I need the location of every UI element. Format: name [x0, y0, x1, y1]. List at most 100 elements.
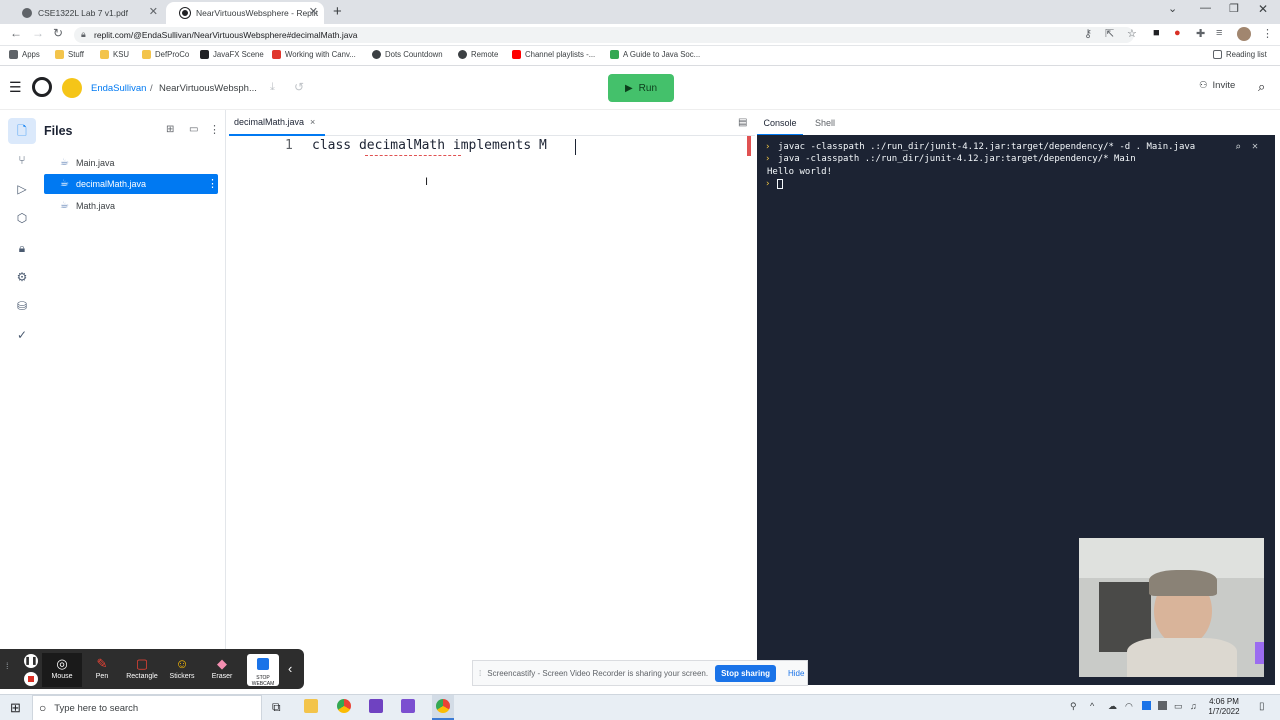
new-folder-icon[interactable]: ▭	[189, 124, 198, 135]
bookmark-defproco[interactable]: DefProCo	[142, 50, 189, 59]
forward-icon[interactable]: →	[32, 26, 44, 40]
search-icon[interactable]: ⌕	[1258, 79, 1265, 95]
tab-search-icon[interactable]: ⌄	[1168, 2, 1177, 15]
pause-icon[interactable]: ❚❚	[24, 654, 38, 668]
username-link[interactable]: EndaSullivan	[91, 83, 146, 94]
drag-handle-icon[interactable]: ⁞	[6, 661, 9, 671]
windows-start-icon[interactable]: ⊞	[10, 700, 21, 716]
file-item-math[interactable]: ☕︎ Math.java	[44, 196, 218, 216]
wifi-icon[interactable]: ◠	[1125, 701, 1133, 712]
replit-logo-icon[interactable]	[32, 77, 52, 97]
chrome-active-task[interactable]	[432, 695, 454, 720]
browser-tab-pdf[interactable]: CSE1322L Lab 7 v1.pdf ✕	[8, 2, 164, 24]
stop-record-button[interactable]	[24, 672, 38, 686]
bookmark-ksu[interactable]: KSU	[100, 50, 129, 59]
bookmark-javafx[interactable]: JavaFX Scene	[200, 50, 264, 59]
screencastify-icon[interactable]: ●	[1174, 27, 1181, 39]
stop-webcam-button[interactable]: STOP WEBCAM	[247, 654, 279, 687]
tool-rectangle[interactable]: ▢ Rectangle	[122, 653, 162, 687]
tool-eraser[interactable]: ◆ Eraser	[202, 653, 242, 687]
reload-icon[interactable]: ↻	[53, 26, 63, 40]
editor-tab-decimalmath[interactable]: decimalMath.java ×	[229, 110, 325, 136]
url-input[interactable]: 🔒︎ replit.com/@EndaSullivan/NearVirtuous…	[74, 27, 1134, 43]
project-name[interactable]: NearVirtuousWebsph...	[159, 83, 257, 94]
checkmark-icon[interactable]: ✓	[14, 327, 30, 343]
bookmark-star-icon[interactable]: ☆	[1127, 27, 1137, 40]
database-icon[interactable]: ⛁	[14, 298, 30, 314]
app-tray-icon[interactable]	[1142, 701, 1151, 710]
window-close-icon[interactable]: ✕	[1258, 2, 1268, 16]
code-line[interactable]: 1 class decimalMath implements M	[229, 138, 743, 156]
drag-handle-icon[interactable]: ⁞	[479, 669, 481, 678]
profile-avatar[interactable]	[1237, 27, 1251, 41]
close-icon[interactable]: ✕	[149, 5, 158, 18]
ide-icon[interactable]	[369, 699, 383, 713]
new-tab-button[interactable]: +	[333, 3, 342, 20]
invite-button[interactable]: ⚇ Invite	[1199, 80, 1235, 91]
tab-console[interactable]: Console	[757, 110, 803, 136]
people-icon[interactable]: ⚲	[1070, 701, 1077, 712]
taskbar-search-input[interactable]: ○ Type here to search	[32, 695, 262, 720]
minimize-icon[interactable]: —	[1200, 2, 1211, 14]
task-view-icon[interactable]: ⧉	[272, 700, 281, 715]
user-avatar[interactable]	[62, 78, 82, 98]
notifications-icon[interactable]: ▯	[1259, 701, 1265, 712]
display-icon[interactable]	[1158, 701, 1167, 710]
bookmark-remote[interactable]: Remote	[458, 50, 498, 59]
tray-chevron-icon[interactable]: ^	[1090, 701, 1094, 711]
hide-button[interactable]: Hide	[788, 669, 804, 678]
run-button[interactable]: ▶ Run	[608, 74, 674, 102]
close-icon[interactable]: ✕	[309, 5, 318, 18]
version-control-icon[interactable]: ⑂	[14, 152, 30, 168]
restore-icon[interactable]: ❐	[1229, 2, 1239, 15]
tool-mouse[interactable]: ◎ Mouse	[42, 653, 82, 687]
browser-menu-icon[interactable]: ⋮	[1262, 27, 1273, 40]
bookmark-stuff[interactable]: Stuff	[55, 50, 84, 59]
tab-shell[interactable]: Shell	[807, 110, 843, 136]
browser-tab-replit[interactable]: NearVirtuousWebsphere - Replit ✕	[166, 2, 324, 24]
visual-studio-icon[interactable]	[401, 699, 415, 713]
chrome-icon[interactable]	[337, 699, 351, 713]
settings-gear-icon[interactable]: ⚙	[14, 269, 30, 285]
media-icon[interactable]: ≡	[1216, 27, 1222, 39]
files-icon[interactable]: 🗋︎	[14, 123, 30, 139]
reading-list[interactable]: Reading list	[1213, 50, 1267, 59]
bookmark-java-guide[interactable]: A Guide to Java Soc...	[610, 50, 700, 59]
clock[interactable]: 4:06 PM 1/7/2022	[1207, 697, 1241, 717]
debugger-icon[interactable]: ▷	[14, 181, 30, 197]
search-icon[interactable]: ⌕	[1235, 142, 1241, 153]
file-item-decimalmath[interactable]: ☕︎ decimalMath.java ⋮	[44, 174, 218, 194]
network-icon[interactable]: ☁	[1108, 701, 1117, 712]
split-pane-icon[interactable]: ▤	[738, 117, 747, 128]
file-explorer-icon[interactable]	[304, 699, 318, 713]
new-file-icon[interactable]: ⊞	[166, 124, 174, 135]
packages-icon[interactable]: ⬡	[14, 210, 30, 226]
bookmark-apps[interactable]: Apps	[9, 50, 40, 59]
key-icon[interactable]: ⚷	[1084, 27, 1092, 40]
collapse-chevron-icon[interactable]: ‹	[288, 661, 292, 676]
back-icon[interactable]: ←	[10, 26, 22, 40]
puzzle-icon[interactable]: ✚	[1196, 27, 1205, 40]
download-icon[interactable]: ⤓	[270, 81, 275, 94]
secrets-lock-icon[interactable]: 🔒︎	[14, 240, 30, 256]
history-icon[interactable]: ↺	[294, 80, 304, 94]
tool-pen[interactable]: ✎ Pen	[82, 653, 122, 687]
tab-title: NearVirtuousWebsphere - Replit	[196, 8, 319, 18]
volume-icon[interactable]: ♫	[1190, 701, 1197, 711]
stop-sharing-button[interactable]: Stop sharing	[715, 664, 776, 682]
bookmark-canvas[interactable]: Working with Canv...	[272, 50, 356, 59]
extension-icon[interactable]: ■	[1153, 27, 1160, 39]
file-menu-icon[interactable]: ⋮	[207, 177, 218, 190]
files-menu-icon[interactable]: ⋮	[209, 123, 220, 136]
tool-stickers[interactable]: ☺ Stickers	[162, 653, 202, 687]
clear-console-icon[interactable]: ✕	[1252, 141, 1258, 152]
share-icon[interactable]: ⇱	[1105, 27, 1114, 40]
code-editor[interactable]	[229, 110, 755, 678]
bookmark-dots[interactable]: Dots Countdown	[372, 50, 443, 59]
bookmark-playlists[interactable]: Channel playlists -...	[512, 50, 595, 59]
hamburger-menu-icon[interactable]: ☰	[9, 79, 22, 96]
file-item-main[interactable]: ☕︎ Main.java	[44, 153, 218, 173]
close-icon[interactable]: ×	[310, 117, 315, 127]
battery-icon[interactable]: ▭	[1174, 701, 1183, 712]
youtube-icon	[512, 50, 521, 59]
